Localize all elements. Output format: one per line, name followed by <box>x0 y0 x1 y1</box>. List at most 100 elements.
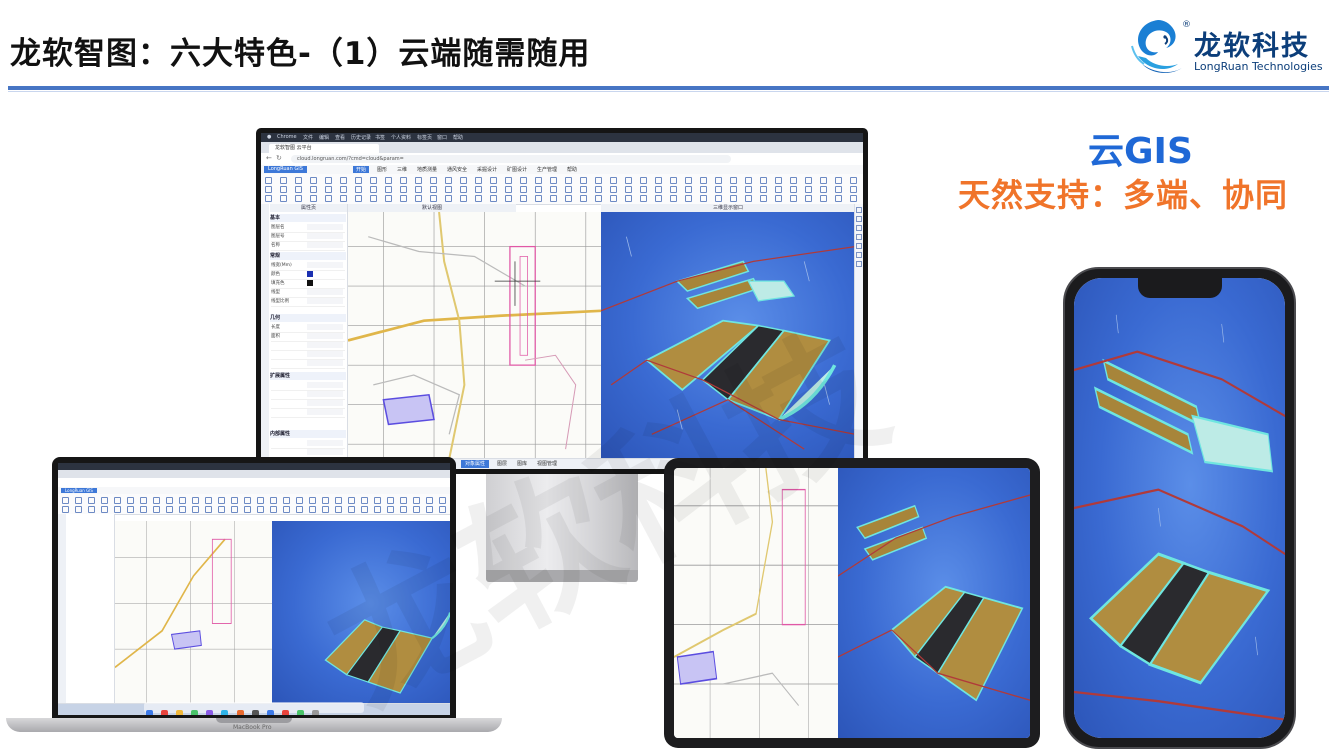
menu-ventilation[interactable]: 通风安全 <box>447 166 467 173</box>
toolbar-button-icon[interactable] <box>231 497 238 504</box>
toolbar-button-icon[interactable] <box>270 497 277 504</box>
rotate-icon[interactable] <box>856 234 862 240</box>
app-icon[interactable] <box>176 710 184 715</box>
toolbar-button-icon[interactable] <box>310 195 317 202</box>
toolbar-button-icon[interactable] <box>140 506 147 513</box>
toolbar-button-icon[interactable] <box>610 186 617 193</box>
toolbar-button-icon[interactable] <box>88 506 95 513</box>
app-brand-button[interactable]: LongRuan GIS <box>61 488 97 493</box>
toolbar-button-icon[interactable] <box>745 195 752 202</box>
toolbar-button-icon[interactable] <box>670 186 677 193</box>
toolbar-button-icon[interactable] <box>296 497 303 504</box>
menu-geology[interactable]: 地质测量 <box>417 166 437 173</box>
toolbar-button-icon[interactable] <box>335 506 342 513</box>
toolbar-button-icon[interactable] <box>505 186 512 193</box>
toolbar-button-icon[interactable] <box>565 195 572 202</box>
toolbar-button-icon[interactable] <box>325 195 332 202</box>
toolbar-button-icon[interactable] <box>265 195 272 202</box>
toolbar-button-icon[interactable] <box>295 186 302 193</box>
toolbar-button-icon[interactable] <box>640 177 647 184</box>
toolbar-button-icon[interactable] <box>595 177 602 184</box>
map-2d-view[interactable] <box>115 521 272 704</box>
toolbar-button-icon[interactable] <box>140 497 147 504</box>
toolbar-button-icon[interactable] <box>595 186 602 193</box>
toolbar-button-icon[interactable] <box>348 506 355 513</box>
toolbar-button-icon[interactable] <box>640 195 647 202</box>
toolbar-button-icon[interactable] <box>348 497 355 504</box>
toolbar-button-icon[interactable] <box>355 186 362 193</box>
toolbar-button-icon[interactable] <box>101 497 108 504</box>
app-icon[interactable] <box>296 710 304 715</box>
app-icon[interactable] <box>206 710 214 715</box>
toolbar-button-icon[interactable] <box>475 186 482 193</box>
toolbar-button-icon[interactable] <box>520 177 527 184</box>
toolbar-button-icon[interactable] <box>400 186 407 193</box>
toolbar-button-icon[interactable] <box>325 177 332 184</box>
toolbar-button-icon[interactable] <box>820 195 827 202</box>
toolbar-button-icon[interactable] <box>244 506 251 513</box>
app-icon[interactable] <box>281 710 289 715</box>
toolbar-button-icon[interactable] <box>715 177 722 184</box>
toolbar-button-icon[interactable] <box>430 186 437 193</box>
toolbar-button-icon[interactable] <box>580 195 587 202</box>
toolbar-button-icon[interactable] <box>322 506 329 513</box>
toolbar-button-icon[interactable] <box>580 186 587 193</box>
toolbar-button-icon[interactable] <box>685 177 692 184</box>
toolbar-button-icon[interactable] <box>520 186 527 193</box>
app-icon[interactable] <box>251 710 259 715</box>
pane-2d-title[interactable]: 默认视图 <box>348 204 516 212</box>
toolbar-button-icon[interactable] <box>218 497 225 504</box>
app-icon[interactable] <box>191 710 199 715</box>
toolbar-button-icon[interactable] <box>565 186 572 193</box>
panel-tab[interactable]: 属性页 <box>270 204 347 212</box>
toolbar-button-icon[interactable] <box>550 186 557 193</box>
toolbar-button-icon[interactable] <box>295 195 302 202</box>
toolbar-button-icon[interactable] <box>790 186 797 193</box>
mac-menu-item[interactable]: 书签 <box>375 134 385 141</box>
pane-3d-title[interactable]: 三维显示窗口 <box>601 204 855 212</box>
measure-icon[interactable] <box>856 243 862 249</box>
mac-menu-item[interactable]: 文件 <box>303 134 313 141</box>
toolbar-button-icon[interactable] <box>270 506 277 513</box>
toolbar-button-icon[interactable] <box>505 177 512 184</box>
zoom-in-icon[interactable] <box>856 207 862 213</box>
toolbar-button-icon[interactable] <box>101 506 108 513</box>
toolbar-button-icon[interactable] <box>75 506 82 513</box>
toolbar-button-icon[interactable] <box>309 497 316 504</box>
mac-menu-item[interactable]: 个人资料 <box>391 134 411 141</box>
toolbar-button-icon[interactable] <box>75 497 82 504</box>
zoom-out-icon[interactable] <box>856 216 862 222</box>
toolbar-button-icon[interactable] <box>296 506 303 513</box>
mac-menu-item[interactable]: 标签页 <box>417 134 432 141</box>
menu-graphics[interactable]: 图形 <box>377 166 387 173</box>
toolbar-button-icon[interactable] <box>325 186 332 193</box>
finder-icon[interactable] <box>146 710 153 715</box>
toolbar-button-icon[interactable] <box>820 186 827 193</box>
toolbar-button-icon[interactable] <box>805 186 812 193</box>
toolbar-button-icon[interactable] <box>835 186 842 193</box>
toolbar-button-icon[interactable] <box>535 195 542 202</box>
toolbar-button-icon[interactable] <box>370 186 377 193</box>
app-icon[interactable] <box>221 710 229 715</box>
toolbar-button-icon[interactable] <box>460 195 467 202</box>
toolbar-button-icon[interactable] <box>460 186 467 193</box>
toolbar-button-icon[interactable] <box>280 195 287 202</box>
toolbar-button-icon[interactable] <box>265 186 272 193</box>
toolbar-button-icon[interactable] <box>385 186 392 193</box>
toolbar-button-icon[interactable] <box>295 177 302 184</box>
toolbar-button-icon[interactable] <box>550 177 557 184</box>
address-input[interactable]: cloud.longruan.com/?cmd=cloud&param= <box>291 155 731 163</box>
toolbar-button-icon[interactable] <box>625 177 632 184</box>
toolbar-button-icon[interactable] <box>805 195 812 202</box>
panel-section[interactable]: 扩展属性 <box>270 372 346 380</box>
toolbar-button-icon[interactable] <box>535 186 542 193</box>
toolbar-button-icon[interactable] <box>625 186 632 193</box>
map-3d-view[interactable] <box>838 468 1030 738</box>
toolbar-button-icon[interactable] <box>835 195 842 202</box>
toolbar-button-icon[interactable] <box>310 186 317 193</box>
back-arrow-icon[interactable]: ← <box>266 154 272 162</box>
toolbar-button-icon[interactable] <box>166 506 173 513</box>
toolbar-button-icon[interactable] <box>205 497 212 504</box>
toolbar-button-icon[interactable] <box>430 195 437 202</box>
app-icon[interactable] <box>266 710 274 715</box>
